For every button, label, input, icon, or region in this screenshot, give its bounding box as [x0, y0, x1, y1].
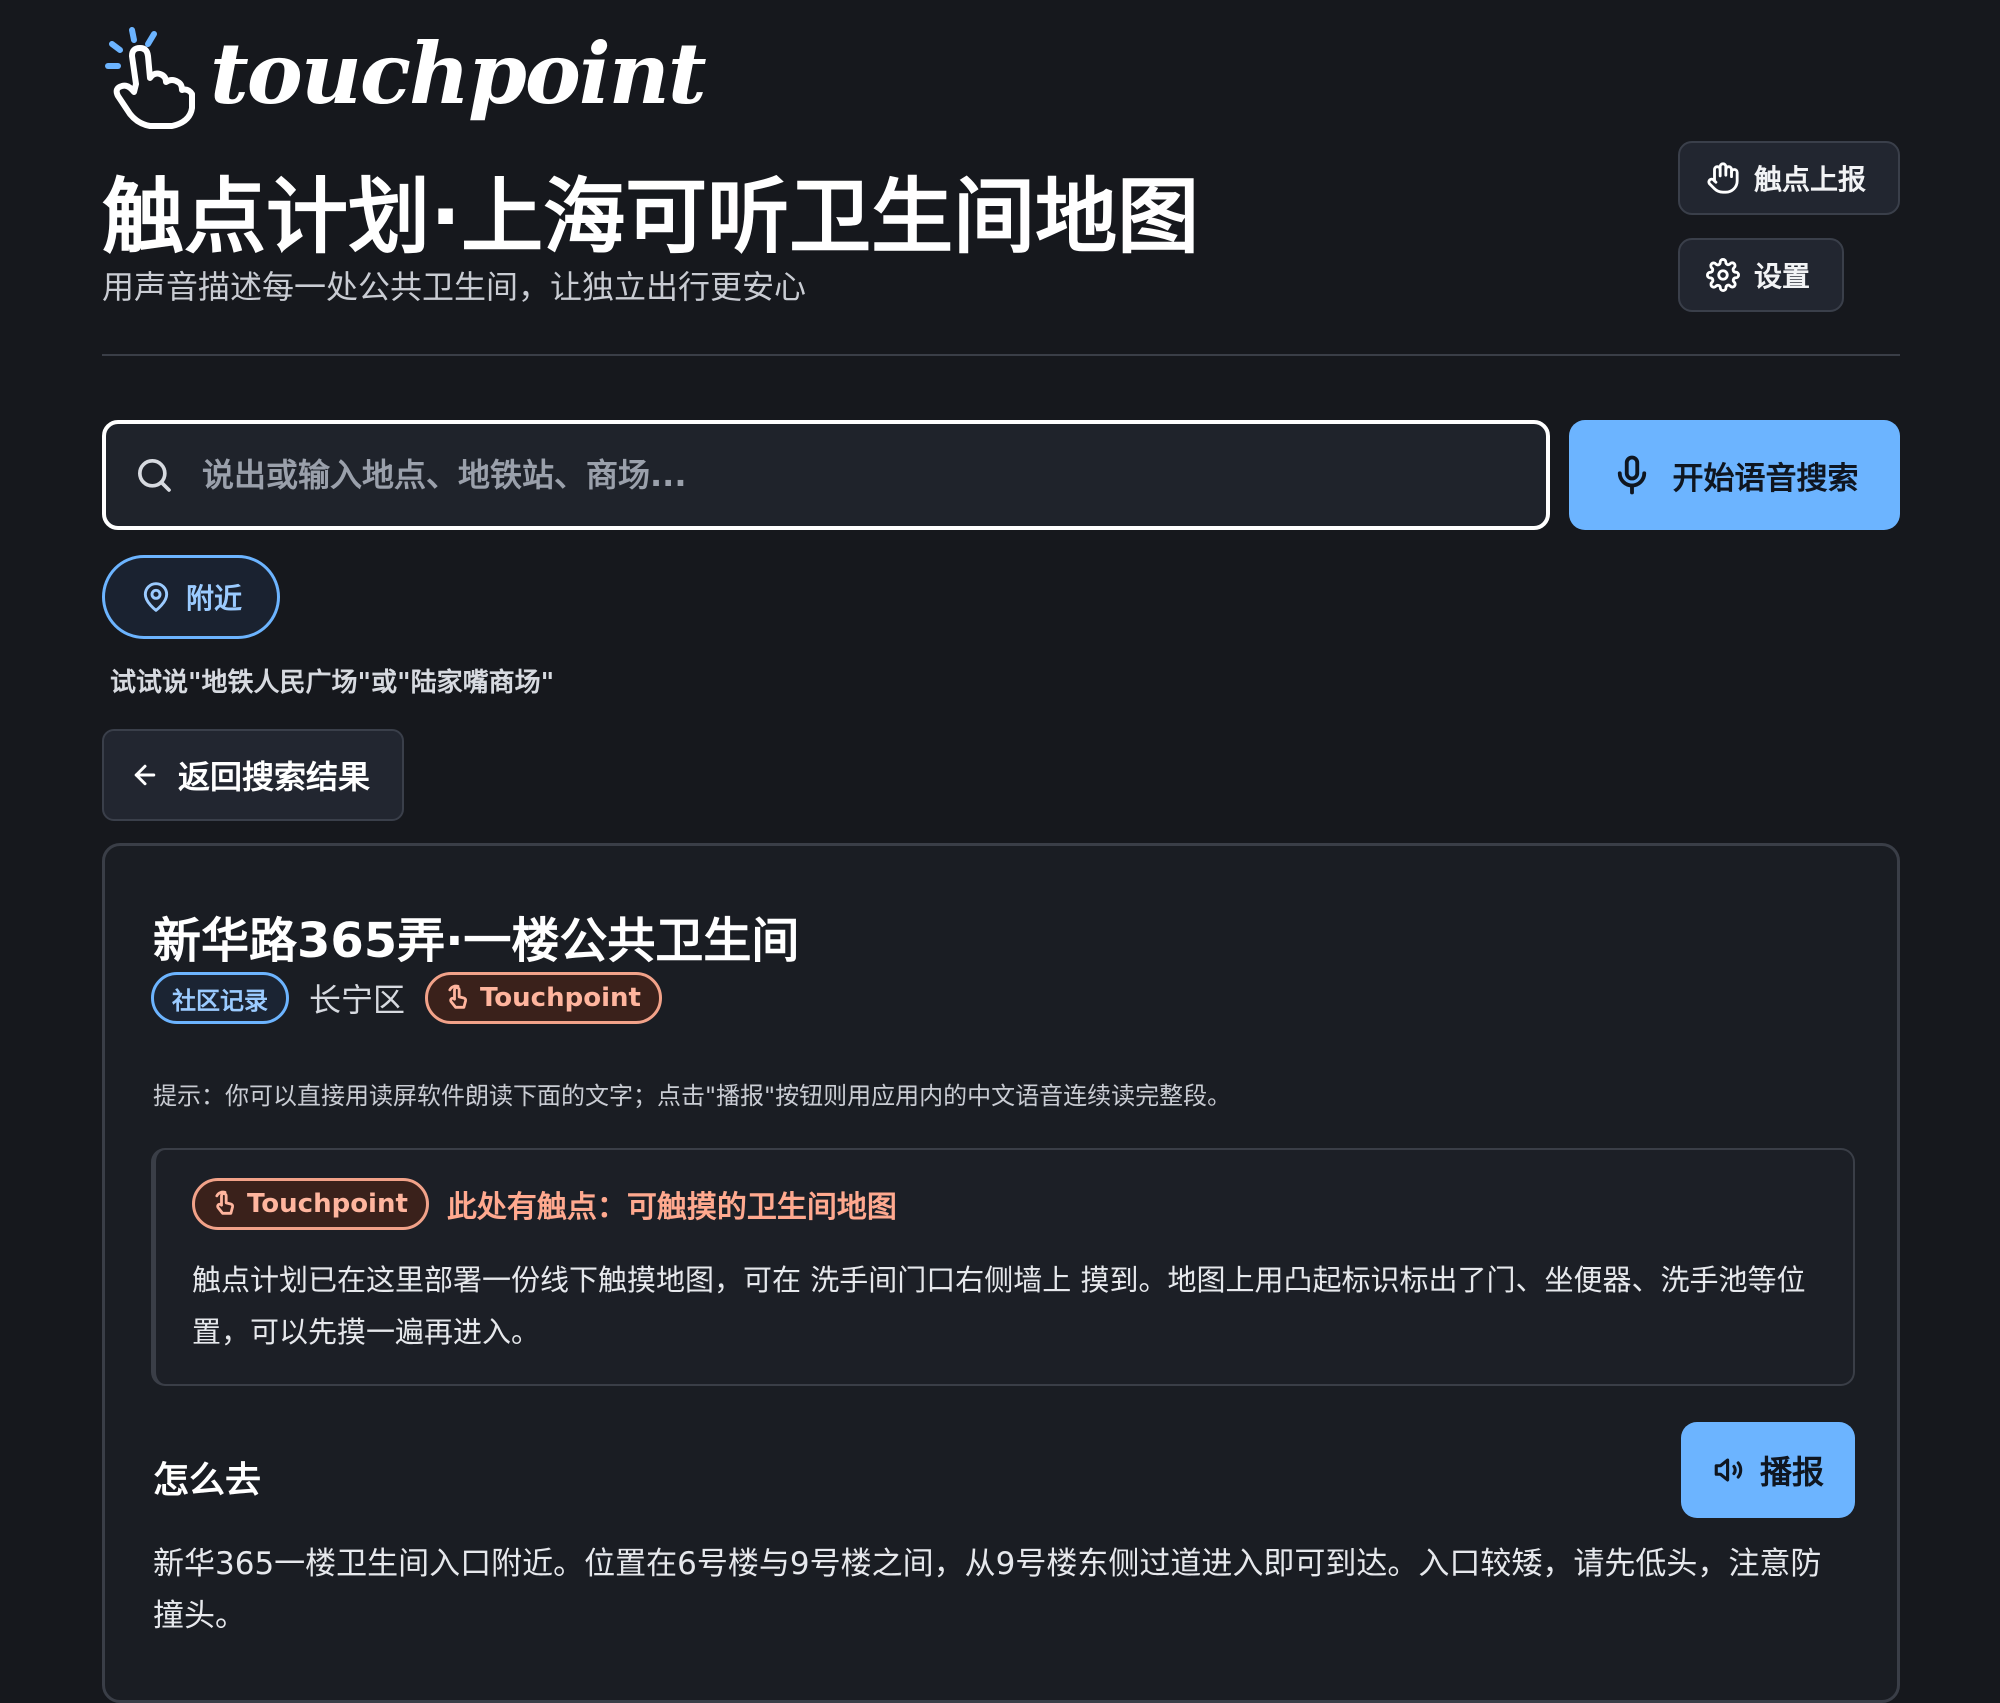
touchpoint-badge-label: Touchpoint	[480, 983, 641, 1013]
district-label: 长宁区	[309, 981, 406, 1019]
touchpoint-info-box: Touchpoint 此处有触点：可触摸的卫生间地图 触点计划已在这里部署一份线…	[151, 1148, 1855, 1386]
report-button-label: 触点上报	[1754, 163, 1867, 196]
microphone-icon	[1617, 455, 1646, 495]
hand-icon	[1707, 162, 1739, 194]
restroom-title: 新华路365弄·一楼公共卫生间	[153, 913, 800, 969]
touchpoint-info-header: Touchpoint 此处有触点：可触摸的卫生间地图	[192, 1178, 897, 1230]
touchpoint-badge-label: Touchpoint	[247, 1189, 408, 1219]
settings-button[interactable]: 设置	[1678, 238, 1844, 312]
location-pin-icon	[143, 582, 169, 612]
logo[interactable]: touchpoint	[102, 22, 707, 132]
touchpoint-description: 触点计划已在这里部署一份线下触摸地图，可在 洗手间门口右侧墙上 摸到。地图上用凸…	[192, 1263, 1806, 1349]
back-to-results-button[interactable]: 返回搜索结果	[102, 729, 404, 821]
touch-hand-icon	[215, 1190, 235, 1215]
touchpoint-badge: Touchpoint	[425, 972, 662, 1024]
pointing-hand-icon	[105, 27, 195, 129]
header-divider	[102, 354, 1900, 356]
search-box[interactable]	[102, 420, 1550, 530]
speaker-icon	[1714, 1458, 1743, 1482]
play-audio-button[interactable]: 播报	[1681, 1422, 1855, 1518]
touch-hand-icon	[448, 984, 468, 1009]
touchpoint-badge: Touchpoint	[192, 1178, 429, 1230]
settings-button-label: 设置	[1754, 260, 1811, 293]
nearby-button[interactable]: 附近	[102, 555, 280, 639]
touchpoint-heading: 此处有触点：可触摸的卫生间地图	[446, 1190, 897, 1225]
directions-heading: 怎么去	[153, 1460, 262, 1501]
restroom-detail-card: 新华路365弄·一楼公共卫生间 社区记录 长宁区 Touchpoint 提示：你…	[102, 843, 1900, 1703]
page-subtitle: 用声音描述每一处公共卫生间，让独立出行更安心	[102, 268, 807, 306]
logo-text: touchpoint	[210, 23, 707, 123]
page-title: 触点计划·上海可听卫生间地图	[102, 170, 1200, 265]
back-label: 返回搜索结果	[178, 758, 371, 796]
voice-search-label: 开始语音搜索	[1672, 460, 1859, 497]
gear-icon	[1706, 258, 1740, 292]
directions-text: 新华365一楼卫生间入口附近。位置在6号楼与9号楼之间，从9号楼东侧过道进入即可…	[153, 1546, 1822, 1634]
community-record-badge: 社区记录	[151, 972, 289, 1024]
voice-search-button[interactable]: 开始语音搜索	[1569, 420, 1900, 530]
screen-reader-tip: 提示：你可以直接用读屏软件朗读下面的文字；点击"播报"按钮则用应用内的中文语音连…	[153, 1082, 1232, 1110]
play-audio-label: 播报	[1759, 1453, 1824, 1491]
nearby-label: 附近	[185, 582, 242, 615]
restroom-tags: 社区记录 长宁区 Touchpoint	[151, 972, 662, 1024]
search-hint: 试试说"地铁人民广场"或"陆家嘴商场"	[110, 668, 555, 698]
arrow-left-icon	[134, 764, 156, 786]
report-button[interactable]: 触点上报	[1678, 141, 1900, 215]
search-icon	[138, 459, 171, 492]
search-input[interactable]	[200, 455, 1504, 495]
